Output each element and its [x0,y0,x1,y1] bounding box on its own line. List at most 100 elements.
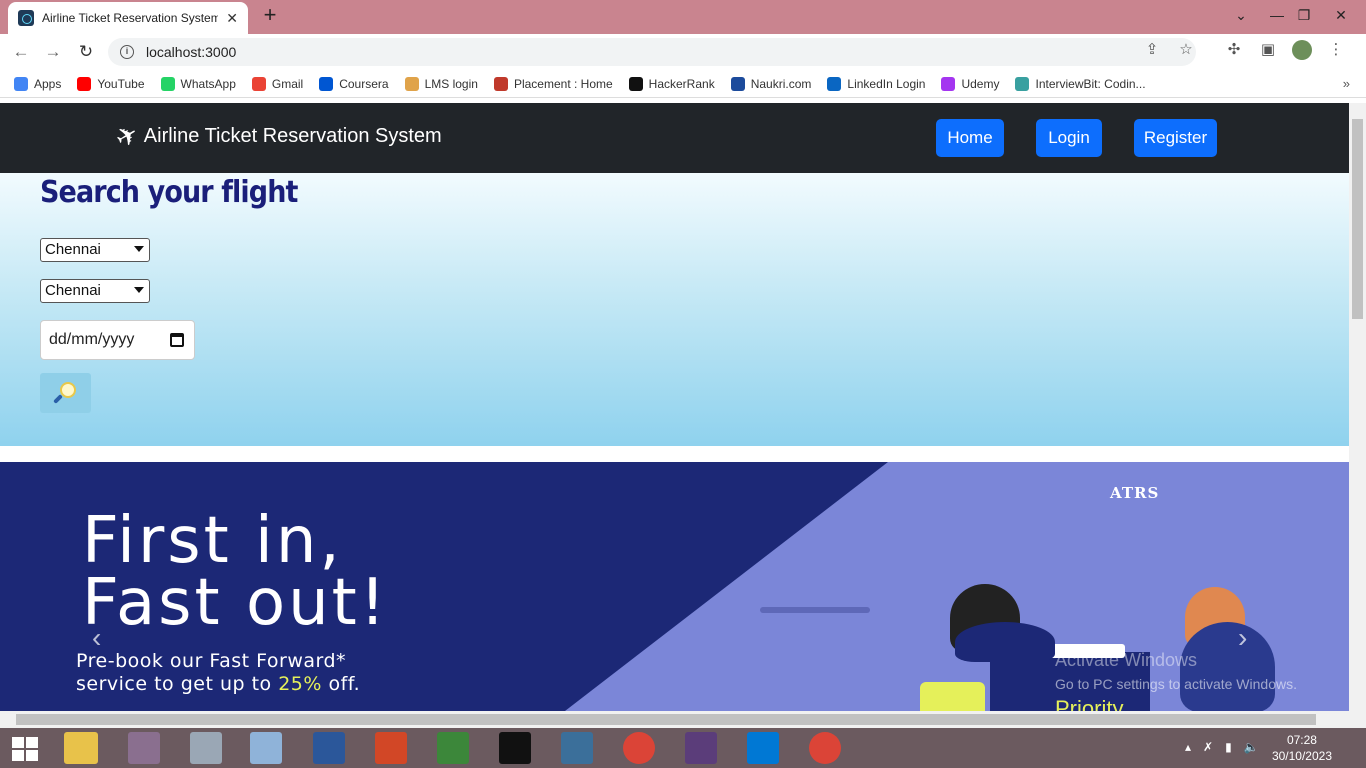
forward-arrow-icon[interactable]: → [42,41,64,63]
star-icon[interactable]: ☆ [1176,40,1196,60]
banner-discount: 25% [278,673,322,695]
bookmark-item[interactable]: Apps [14,76,61,91]
search-heading: Search your flight [40,175,298,210]
browser-toolbar: ← → ↻ i localhost:3000 ⇪ ☆ ✣ ▣ ⋮ [0,34,1366,70]
login-button[interactable]: Login [1036,119,1102,157]
from-city-value: Chennai [45,241,101,258]
bookmark-favicon-icon [493,76,508,91]
banner-subtext-line1: Pre-book our Fast Forward* [76,650,347,672]
airplane-silhouette-icon [760,607,870,613]
page-viewport: ✈ Airline Ticket Reservation System Home… [0,103,1349,711]
chrome-icon[interactable] [623,732,655,764]
bookmark-item[interactable]: LMS login [404,76,478,91]
bookmark-label: Gmail [271,76,304,91]
file-explorer-icon[interactable] [64,732,98,764]
banner-logo: ATRS [1110,484,1160,502]
airplane-icon: ✈ [109,117,144,155]
vertical-scroll-thumb[interactable] [1352,119,1363,319]
brand[interactable]: ✈ Airline Ticket Reservation System [110,118,442,155]
side-panel-icon[interactable]: ▣ [1258,40,1278,60]
menu-kebab-icon[interactable]: ⋮ [1326,40,1346,60]
carousel-next-arrow[interactable]: › [1238,622,1247,654]
chevron-up-icon[interactable]: ▴ [1185,740,1191,754]
url-text: localhost:3000 [146,44,237,60]
search-button[interactable] [40,373,91,413]
battery-icon[interactable]: ▮ [1225,740,1232,754]
bookmarks-overflow-icon[interactable]: » [1343,76,1350,91]
bookmark-item[interactable]: Coursera [319,76,389,91]
share-icon[interactable]: ⇪ [1142,40,1162,60]
bookmark-label: InterviewBit: Codin... [1035,76,1146,91]
register-button[interactable]: Register [1134,119,1217,157]
profile-avatar[interactable] [1292,40,1312,60]
mysql-workbench-icon[interactable] [561,732,593,764]
new-tab-button[interactable]: + [258,4,282,28]
bookmark-item[interactable]: Placement : Home [493,76,613,91]
bookmark-item[interactable]: InterviewBit: Codin... [1015,76,1146,91]
site-info-icon[interactable]: i [120,45,134,59]
windows-taskbar: ▴ ✗ ▮ 🔈 07:28 30/10/2023 [0,728,1366,768]
bookmark-favicon-icon [827,76,842,91]
close-tab-icon[interactable]: ✕ [226,10,238,27]
tab-title: Airline Ticket Reservation System [42,11,219,25]
tab-search-icon[interactable]: ⌄ [1224,0,1258,32]
chrome-active-icon[interactable] [809,732,841,764]
word-icon[interactable] [313,732,345,764]
brand-title: Airline Ticket Reservation System [143,124,442,147]
search-section: Search your flight Chennai Chennai dd/mm… [0,173,1349,446]
vscode-icon[interactable] [747,732,779,764]
restore-button[interactable]: ❐ [1287,0,1321,32]
bookmark-label: Udemy [961,76,1000,91]
magnifier-handle [53,394,63,404]
notepad-icon[interactable] [250,732,282,764]
bookmark-favicon-icon [160,76,175,91]
travel-date-input[interactable]: dd/mm/yyyy [40,320,195,360]
powerpoint-icon[interactable] [375,732,407,764]
bookmark-item[interactable]: LinkedIn Login [827,76,926,91]
volume-icon[interactable]: 🔈 [1244,740,1259,754]
reload-icon[interactable]: ↻ [75,41,97,63]
toolbar-icons: ⇪ ☆ ✣ ▣ ⋮ [1142,40,1346,60]
address-bar[interactable]: i localhost:3000 [108,38,1196,66]
calculator-icon[interactable] [190,732,222,764]
carousel-prev-arrow[interactable]: ‹ [92,622,101,654]
vertical-scrollbar[interactable] [1349,103,1366,711]
to-city-value: Chennai [45,282,101,299]
bookmark-item[interactable]: YouTube [77,76,145,91]
browser-tab[interactable]: Airline Ticket Reservation System ✕ [8,2,248,34]
from-city-select[interactable]: Chennai [40,238,150,262]
system-tray: ▴ ✗ ▮ 🔈 [1185,740,1259,754]
horizontal-scroll-thumb[interactable] [16,714,1316,725]
home-button[interactable]: Home [936,119,1004,157]
browser-tab-strip: Airline Ticket Reservation System ✕ + ⌄ … [0,0,1366,34]
windows-start-icon[interactable] [12,737,38,761]
bookmark-favicon-icon [14,76,28,91]
extensions-icon[interactable]: ✣ [1224,40,1244,60]
nodejs-icon[interactable] [437,732,469,764]
bookmark-item[interactable]: Gmail [251,76,304,91]
banner-subtext-post: off. [321,673,361,695]
promo-carousel: ATRS First in, Fast out! Pre-book our Fa… [0,462,1349,711]
mysql-shell-icon[interactable] [499,732,531,764]
luggage [920,682,985,711]
bookmark-item[interactable]: HackerRank [628,76,715,91]
banner-subtext-line2: service to get up to 25% off. [76,673,360,695]
back-arrow-icon[interactable]: ← [10,41,32,63]
close-window-button[interactable]: ✕ [1324,0,1358,32]
bookmark-label: LinkedIn Login [847,76,926,91]
snipping-tool-icon[interactable] [128,732,160,764]
bookmark-item[interactable]: Udemy [941,76,1000,91]
react-favicon-icon [18,10,34,26]
bookmark-label: LMS login [424,76,478,91]
bookmark-item[interactable]: WhatsApp [160,76,236,91]
bookmarks-bar: Apps YouTube WhatsApp Gmail Coursera LMS logi… [0,70,1366,98]
to-city-select[interactable]: Chennai [40,279,150,303]
bookmark-item[interactable]: Naukri.com [730,76,812,91]
bookmark-label: Naukri.com [750,76,812,91]
bookmark-label: WhatsApp [180,76,236,91]
network-icon[interactable]: ✗ [1203,740,1213,754]
horizontal-scrollbar[interactable] [0,711,1366,728]
clock[interactable]: 07:28 30/10/2023 [1272,732,1332,764]
calendar-icon[interactable] [170,333,184,347]
eclipse-ide-icon[interactable] [685,732,717,764]
